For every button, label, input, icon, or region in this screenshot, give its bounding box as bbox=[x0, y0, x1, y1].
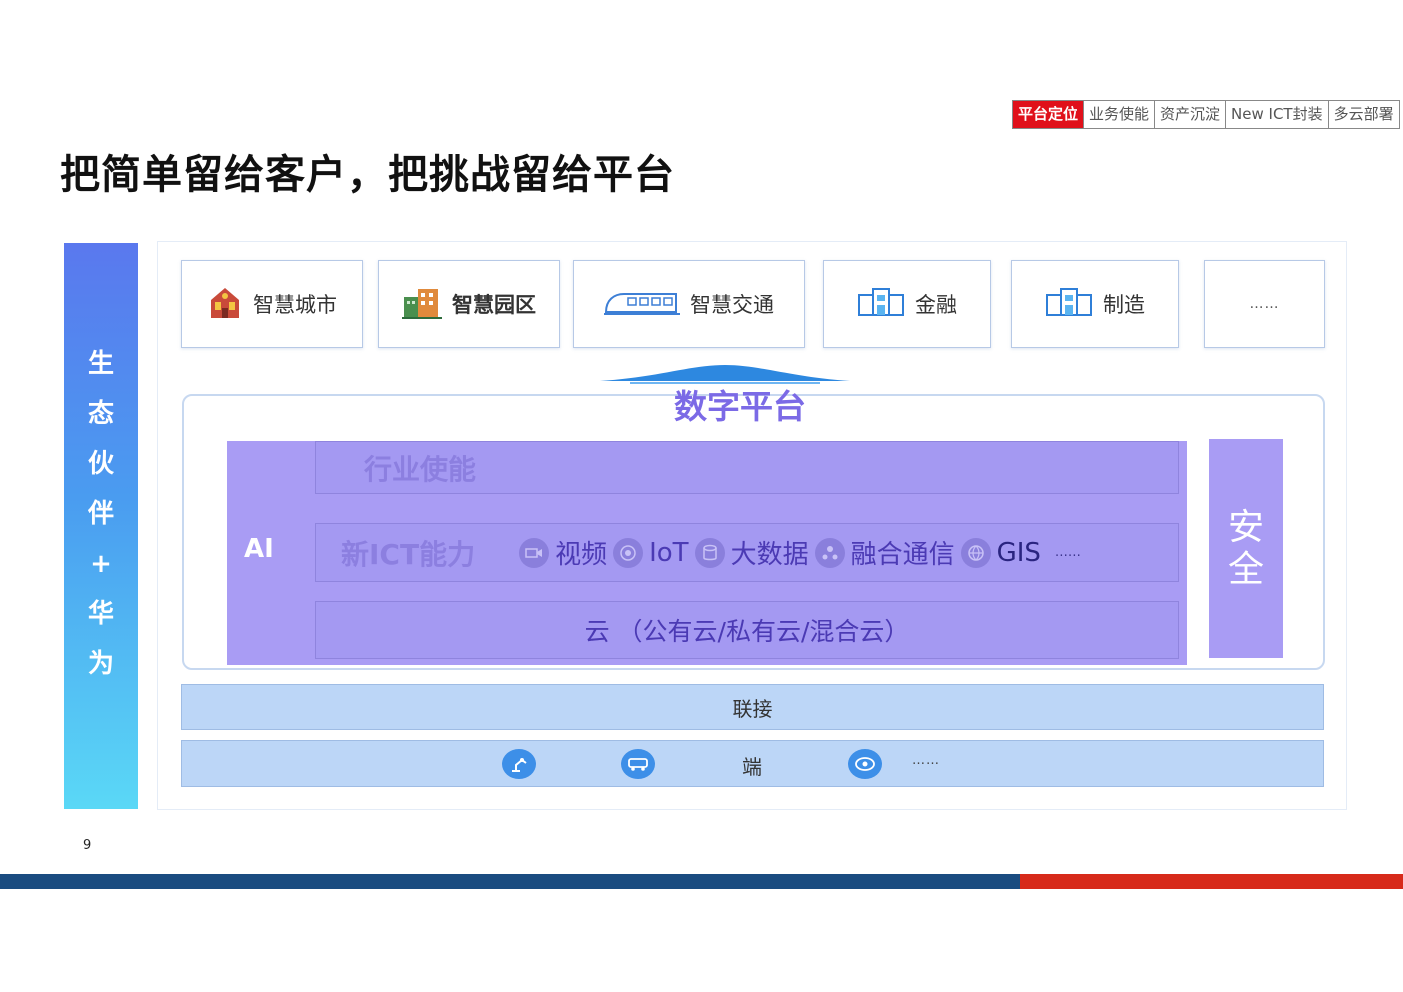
big-data-icon bbox=[694, 537, 725, 568]
scenario-card-smart-park: 智慧园区 bbox=[378, 260, 560, 348]
capability-label: GIS bbox=[996, 537, 1041, 568]
ecosystem-char: 伙 bbox=[87, 449, 114, 479]
terminal-label: 端 bbox=[742, 755, 762, 779]
capability-label: 融合通信 bbox=[850, 540, 955, 570]
page-number: 9 bbox=[83, 838, 92, 853]
footer-stripe-blue bbox=[0, 874, 1020, 889]
security-block: 安 全 bbox=[1209, 439, 1283, 658]
capability-more: …… bbox=[1054, 545, 1081, 560]
scenario-label: 智慧城市 bbox=[253, 293, 337, 317]
ecosystem-char: 态 bbox=[87, 399, 114, 429]
tab-business-enablement[interactable]: 业务使能 bbox=[1083, 101, 1154, 128]
scenario-label: 金融 bbox=[915, 293, 957, 317]
industry-enablement-layer: 行业使能 bbox=[315, 441, 1179, 494]
nav-tabs: 平台定位 业务使能 资产沉淀 New ICT封装 多云部署 bbox=[1012, 100, 1400, 129]
connect-bar: 联接 bbox=[181, 684, 1324, 730]
train-icon bbox=[604, 288, 680, 320]
capability-gis: GIS bbox=[960, 537, 1041, 568]
cloud-layer-label: 云 （公有云/私有云/混合云） bbox=[584, 617, 910, 646]
ecosystem-char: 为 bbox=[87, 649, 114, 679]
capability-label: IoT bbox=[649, 537, 689, 568]
city-building-icon bbox=[207, 284, 243, 324]
security-char: 全 bbox=[1227, 548, 1264, 590]
robot-arm-icon bbox=[502, 749, 536, 779]
park-building-icon bbox=[402, 285, 442, 323]
footer-stripe-red bbox=[1020, 874, 1403, 889]
digital-platform-title: 数字平台 bbox=[674, 387, 806, 426]
vehicle-icon bbox=[621, 749, 655, 779]
scenario-more-label: …… bbox=[1249, 296, 1280, 312]
communication-icon bbox=[814, 537, 845, 568]
cloud-layer: 云 （公有云/私有云/混合云） bbox=[315, 601, 1179, 659]
ecosystem-column: 生 态 伙 伴 + 华 为 bbox=[64, 243, 138, 809]
scenario-card-finance: 金融 bbox=[823, 260, 991, 348]
ict-capabilities: 视频 IoT 大数据 融合通信 GIS …… bbox=[519, 534, 1081, 571]
scenario-card-more: …… bbox=[1204, 260, 1325, 348]
gis-icon bbox=[960, 537, 991, 568]
industry-enablement-label: 行业使能 bbox=[364, 452, 477, 486]
factory-building-icon bbox=[1045, 287, 1093, 321]
capability-label: 视频 bbox=[555, 540, 608, 570]
camera-icon bbox=[848, 749, 882, 779]
video-icon bbox=[519, 537, 550, 568]
capability-iot: IoT bbox=[613, 537, 689, 568]
connect-label: 联接 bbox=[732, 696, 773, 721]
scenario-label: 智慧交通 bbox=[690, 293, 774, 317]
iot-icon bbox=[613, 537, 644, 568]
capability-label: 大数据 bbox=[730, 540, 809, 570]
tab-new-ict-encapsulation[interactable]: New ICT封装 bbox=[1225, 101, 1328, 128]
page-title: 把简单留给客户，把挑战留给平台 bbox=[60, 152, 675, 198]
ecosystem-char: 生 bbox=[87, 349, 114, 379]
new-ict-label: 新ICT能力 bbox=[341, 537, 476, 571]
new-ict-capability-layer: 新ICT能力 视频 IoT 大数据 融合通信 GIS …… bbox=[315, 523, 1179, 582]
tab-multi-cloud-deployment[interactable]: 多云部署 bbox=[1327, 101, 1399, 128]
tab-platform-positioning[interactable]: 平台定位 bbox=[1013, 101, 1084, 128]
ai-label: AI bbox=[244, 534, 274, 564]
scenario-card-smart-city: 智慧城市 bbox=[181, 260, 363, 348]
capability-big-data: 大数据 bbox=[694, 534, 809, 571]
tab-asset-accumulation[interactable]: 资产沉淀 bbox=[1154, 101, 1225, 128]
scenario-label: 制造 bbox=[1103, 293, 1145, 317]
capability-video: 视频 bbox=[519, 534, 607, 571]
scenario-card-manufacturing: 制造 bbox=[1011, 260, 1179, 348]
terminal-more: …… bbox=[912, 753, 940, 768]
ecosystem-char: 华 bbox=[87, 599, 114, 629]
capability-communication: 融合通信 bbox=[814, 534, 955, 571]
security-char: 安 bbox=[1227, 506, 1264, 548]
scenario-label: 智慧园区 bbox=[452, 293, 536, 317]
terminal-bar: 端 …… bbox=[181, 740, 1324, 787]
scenario-card-smart-transport: 智慧交通 bbox=[573, 260, 805, 348]
ecosystem-char: 伴 bbox=[87, 499, 114, 529]
ecosystem-char: + bbox=[90, 549, 112, 579]
bank-building-icon bbox=[857, 287, 905, 321]
